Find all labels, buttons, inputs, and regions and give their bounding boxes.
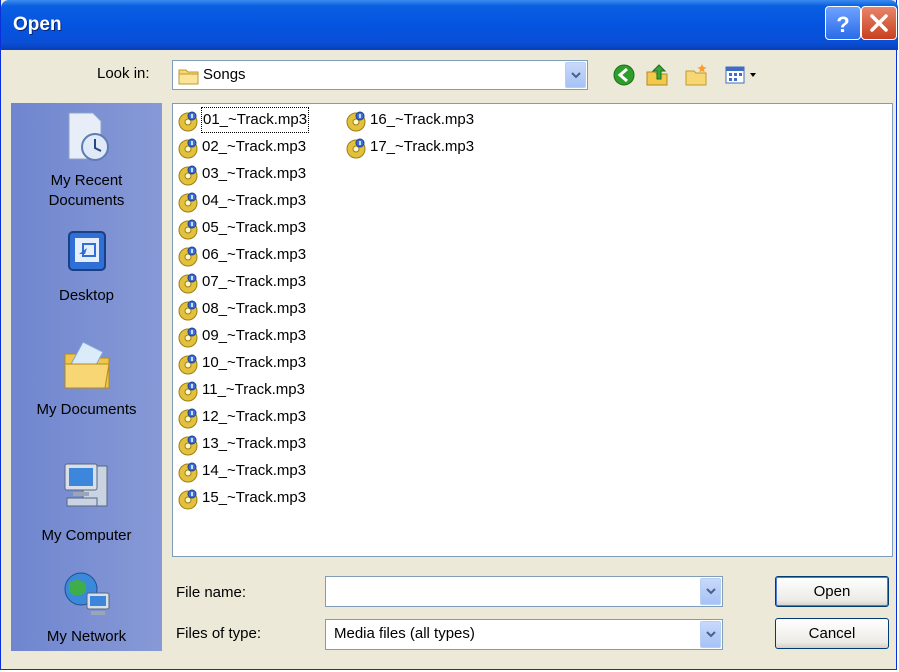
chevron-down-icon[interactable] xyxy=(700,578,721,605)
mp3-file-icon xyxy=(178,138,198,159)
files-of-type-dropdown[interactable]: Media files (all types) xyxy=(325,619,723,650)
file-name: 01_~Track.mp3 xyxy=(200,107,310,133)
open-button[interactable]: Open xyxy=(775,576,889,607)
my-documents-icon xyxy=(64,341,110,389)
mp3-file-icon xyxy=(178,165,198,186)
file-name: 15_~Track.mp3 xyxy=(202,489,307,506)
mp3-file-icon xyxy=(178,408,198,429)
files-of-type-value: Media files (all types) xyxy=(334,625,475,642)
file-name: 12_~Track.mp3 xyxy=(202,408,307,425)
place-label: Documents xyxy=(48,192,125,209)
file-name: 14_~Track.mp3 xyxy=(202,462,307,479)
mp3-file-icon xyxy=(178,327,198,348)
new-folder-icon xyxy=(685,64,707,86)
file-name: 11_~Track.mp3 xyxy=(202,381,305,398)
place-my-documents[interactable]: My Documents xyxy=(11,328,162,438)
place-label: My Documents xyxy=(36,401,137,418)
mp3-file-icon xyxy=(178,111,198,132)
open-dialog: Open ? Look in: Songs My Recent Document… xyxy=(0,0,898,670)
look-in-label: Look in: xyxy=(97,65,150,82)
my-network-icon xyxy=(64,572,110,615)
file-name-input[interactable] xyxy=(325,576,723,607)
file-name: 08_~Track.mp3 xyxy=(202,300,307,317)
cancel-button[interactable]: Cancel xyxy=(775,618,889,649)
mp3-file-icon xyxy=(178,192,198,213)
file-name: 09_~Track.mp3 xyxy=(202,327,307,344)
file-list[interactable]: 01_~Track.mp3 02_~Track.mp3 03_~Track.mp3 0… xyxy=(172,103,893,557)
mp3-file-icon xyxy=(178,246,198,267)
file-name: 05_~Track.mp3 xyxy=(202,219,307,236)
recent-documents-icon xyxy=(68,112,109,161)
file-name: 06_~Track.mp3 xyxy=(202,246,307,263)
file-name-label: File name: xyxy=(176,584,247,601)
my-computer-icon xyxy=(64,463,108,507)
files-of-type-label: Files of type: xyxy=(176,625,262,642)
place-desktop[interactable]: Desktop xyxy=(11,218,162,313)
window-title: Open xyxy=(13,14,62,35)
place-my-computer[interactable]: My Computer xyxy=(11,448,162,558)
desktop-icon xyxy=(68,231,106,271)
svg-text:?: ? xyxy=(836,12,849,37)
help-icon: ? xyxy=(836,12,849,37)
mp3-file-icon xyxy=(178,489,198,510)
file-name: 17_~Track.mp3 xyxy=(370,138,475,155)
close-icon xyxy=(870,14,888,32)
folder-icon xyxy=(178,69,199,85)
mp3-file-icon xyxy=(346,111,366,132)
chevron-down-icon[interactable] xyxy=(700,621,721,648)
up-folder-button[interactable] xyxy=(644,62,672,88)
views-menu-icon xyxy=(725,66,756,84)
close-button[interactable] xyxy=(861,6,897,40)
file-name: 07_~Track.mp3 xyxy=(202,273,307,290)
file-name: 03_~Track.mp3 xyxy=(202,165,307,182)
help-button[interactable]: ? xyxy=(825,6,861,40)
mp3-file-icon xyxy=(178,381,198,402)
place-label: My Computer xyxy=(41,527,132,544)
views-menu-button[interactable] xyxy=(723,62,763,88)
file-name: 16_~Track.mp3 xyxy=(370,111,475,128)
new-folder-button[interactable] xyxy=(683,62,711,88)
place-label: My Network xyxy=(46,628,127,645)
up-folder-icon xyxy=(646,64,668,86)
back-icon xyxy=(613,64,635,86)
look-in-dropdown[interactable]: Songs xyxy=(172,60,588,90)
look-in-value: Songs xyxy=(203,66,246,83)
places-bar: My Recent Documents Desktop My Documents xyxy=(11,103,162,651)
mp3-file-icon xyxy=(178,273,198,294)
file-name: 13_~Track.mp3 xyxy=(202,435,307,452)
back-button[interactable] xyxy=(611,62,639,88)
mp3-file-icon xyxy=(178,354,198,375)
place-my-recent-documents[interactable]: My Recent Documents xyxy=(11,103,162,213)
file-name: 02_~Track.mp3 xyxy=(202,138,307,155)
place-label: My Recent xyxy=(50,172,123,189)
file-name: 04_~Track.mp3 xyxy=(202,192,307,209)
chevron-down-icon[interactable] xyxy=(565,62,586,88)
place-label: Desktop xyxy=(58,287,115,304)
mp3-file-icon xyxy=(346,138,366,159)
place-my-network[interactable]: My Network xyxy=(11,563,162,651)
mp3-file-icon xyxy=(178,435,198,456)
file-name: 10_~Track.mp3 xyxy=(202,354,307,371)
mp3-file-icon xyxy=(178,219,198,240)
title-bar[interactable]: Open ? xyxy=(1,0,898,50)
mp3-file-icon xyxy=(178,462,198,483)
mp3-file-icon xyxy=(178,300,198,321)
